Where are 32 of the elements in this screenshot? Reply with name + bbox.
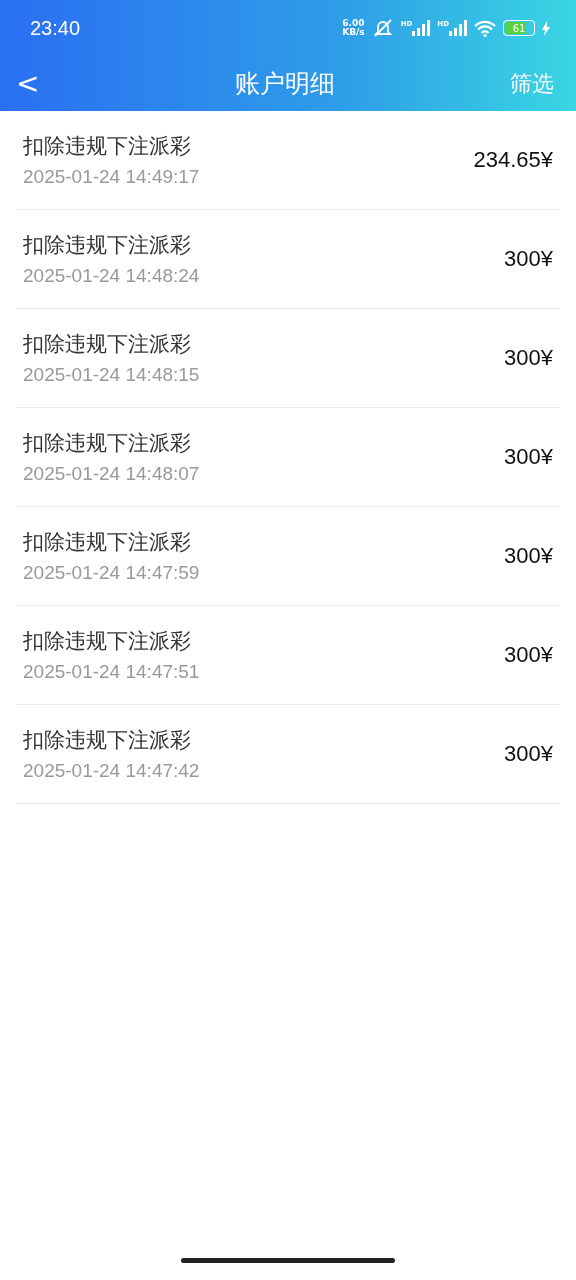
signal-icon <box>449 20 467 36</box>
record-title: 扣除违规下注派彩 <box>23 727 192 754</box>
record-title: 扣除违规下注派彩 <box>23 331 192 358</box>
record-amount: 300¥ <box>504 642 553 668</box>
home-indicator[interactable] <box>181 1258 395 1263</box>
record-amount: 234.65¥ <box>473 147 553 173</box>
muted-bell-icon <box>371 18 394 38</box>
back-button[interactable]: < <box>16 68 76 99</box>
record-time: 2025-01-24 14:48:24 <box>23 265 200 287</box>
record-amount: 300¥ <box>504 246 553 272</box>
record-title: 扣除违规下注派彩 <box>23 628 192 655</box>
status-time: 23:40 <box>30 16 81 40</box>
charging-icon <box>542 20 550 36</box>
record-amount: 300¥ <box>504 444 553 470</box>
battery-icon: 61 <box>503 20 535 36</box>
record-time: 2025-01-24 14:47:59 <box>23 562 200 584</box>
record-time: 2025-01-24 14:48:07 <box>23 463 200 485</box>
page-title: 账户明细 <box>234 68 336 100</box>
record-title: 扣除违规下注派彩 <box>23 529 192 556</box>
record-amount: 300¥ <box>504 345 553 371</box>
signal-icon <box>412 20 431 36</box>
record-time: 2025-01-24 14:48:15 <box>23 364 200 386</box>
record-title: 扣除违规下注派彩 <box>23 232 192 259</box>
record-time: 2025-01-24 14:47:42 <box>23 760 200 782</box>
record-time: 2025-01-24 14:49:17 <box>23 166 200 188</box>
record-title: 扣除违规下注派彩 <box>23 430 192 457</box>
network-speed: 6.00 KB/s <box>342 19 365 37</box>
record-title: 扣除违规下注派彩 <box>23 133 192 160</box>
record-time: 2025-01-24 14:47:51 <box>23 661 200 683</box>
wifi-icon <box>474 19 496 37</box>
record-amount: 300¥ <box>504 741 553 767</box>
record-amount: 300¥ <box>504 543 553 569</box>
